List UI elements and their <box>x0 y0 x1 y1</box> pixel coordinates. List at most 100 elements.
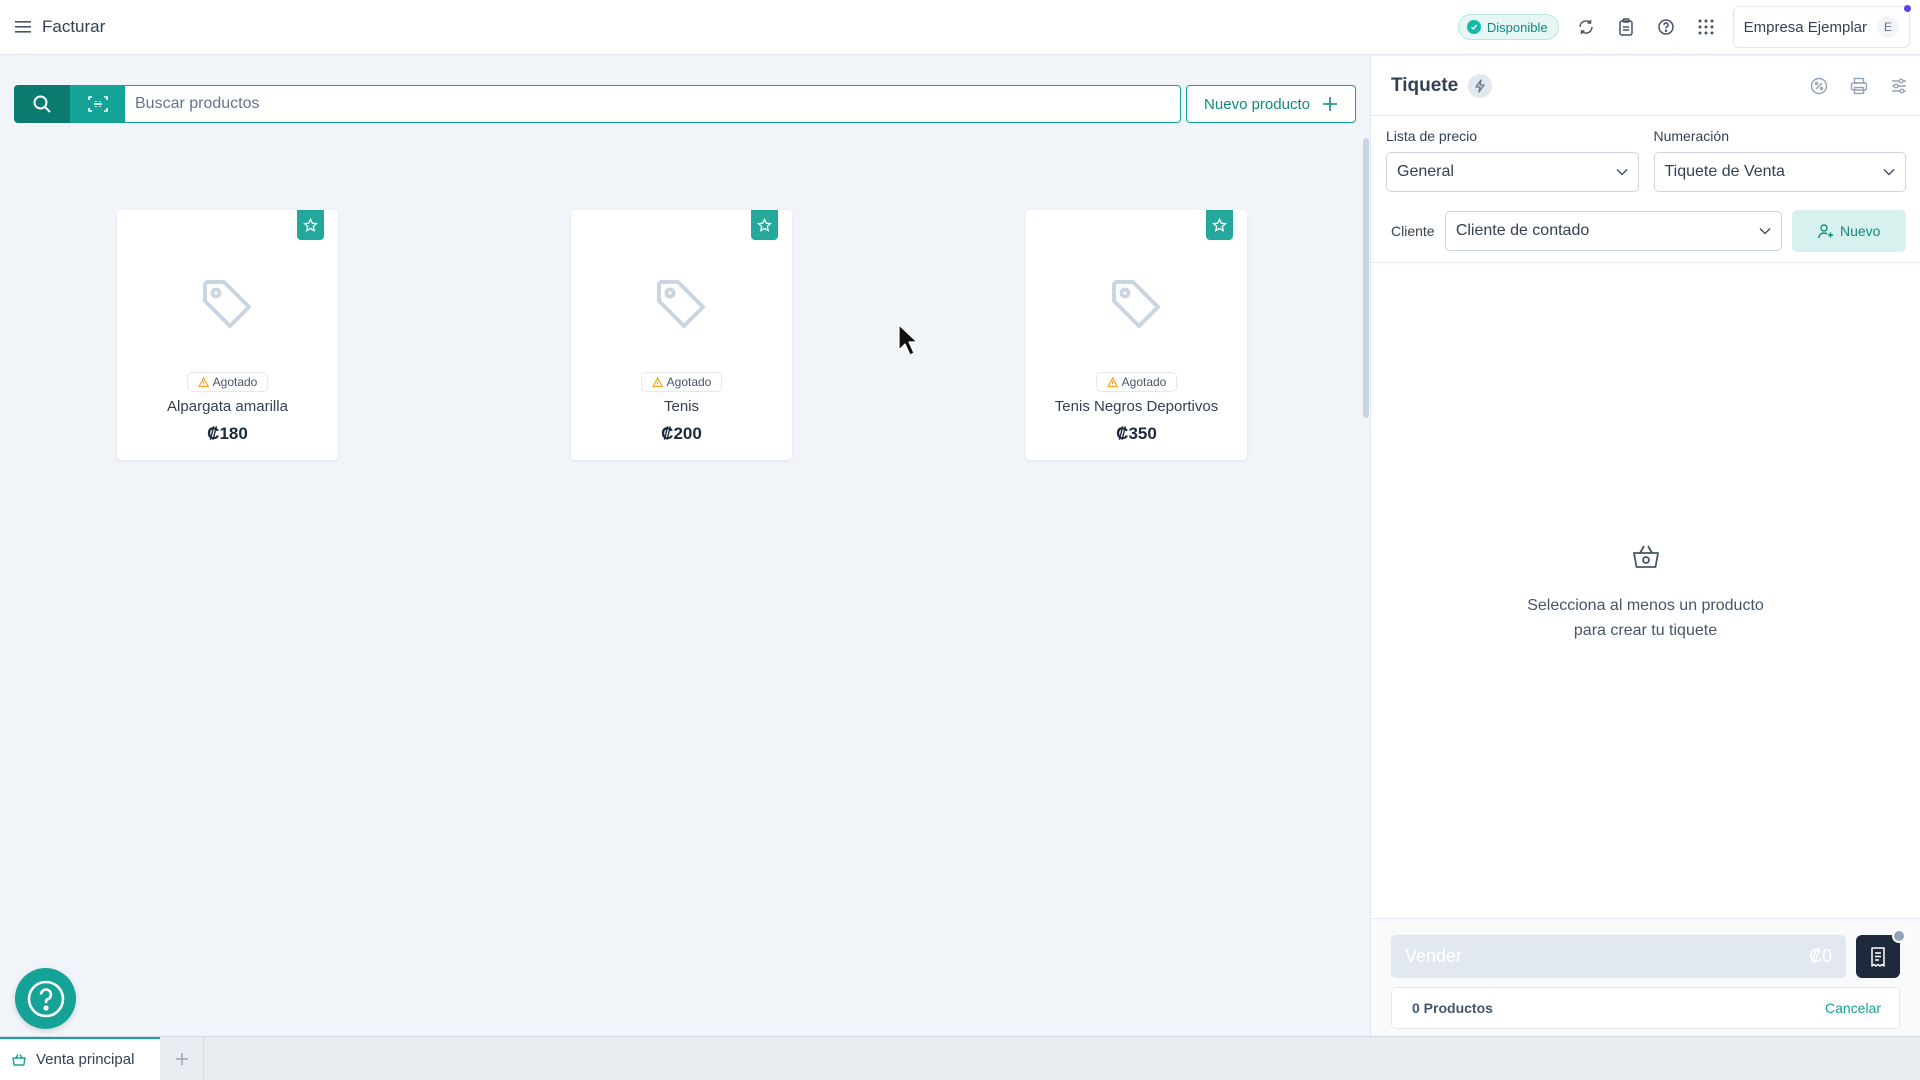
lightning-icon[interactable] <box>1468 73 1493 98</box>
numbering-label: Numeración <box>1653 128 1729 144</box>
settings-sliders-icon[interactable] <box>1888 75 1910 97</box>
new-client-button[interactable]: Nuevo <box>1792 210 1906 252</box>
help-fab-button[interactable] <box>15 968 76 1029</box>
printer-icon[interactable] <box>1848 75 1870 97</box>
receipt-indicator-dot <box>1892 929 1906 943</box>
search-bar: Nuevo producto <box>14 85 1356 123</box>
product-name: Tenis <box>663 398 700 415</box>
ticket-footer: Vender ₡0 0 Productos Cancelar <box>1371 918 1920 1036</box>
product-price: ₡200 <box>661 424 702 443</box>
plus-icon <box>175 1052 188 1065</box>
new-product-button[interactable]: Nuevo producto <box>1186 85 1356 123</box>
ticket-summary-bar: 0 Productos Cancelar <box>1391 987 1900 1029</box>
stock-badge: Agotado <box>640 372 723 392</box>
notification-dot <box>1904 5 1911 12</box>
discount-icon[interactable] <box>1808 75 1830 97</box>
stock-badge-label: Agotado <box>1121 375 1167 389</box>
price-list-select[interactable]: General <box>1386 152 1639 192</box>
search-input[interactable] <box>125 85 1181 123</box>
product-card[interactable]: Agotado Tenis ₡200 <box>571 210 792 460</box>
cancel-button[interactable]: Cancelar <box>1825 1000 1881 1016</box>
star-icon <box>303 217 318 232</box>
warning-icon <box>197 376 209 387</box>
sell-label: Vender <box>1405 946 1463 966</box>
mouse-cursor-icon <box>898 324 918 356</box>
tab-venta-principal[interactable]: Venta principal <box>0 1037 160 1080</box>
product-name: Alpargata amarilla <box>167 398 288 415</box>
clipboard-icon[interactable] <box>1613 14 1639 40</box>
topbar-right: Disponible Empresa Ejemplar E <box>1457 5 1911 48</box>
new-product-label: Nuevo producto <box>1204 95 1310 113</box>
search-button[interactable] <box>14 85 70 123</box>
question-icon <box>27 980 64 1017</box>
shield-check-icon <box>1466 20 1481 34</box>
user-plus-icon <box>1818 224 1833 239</box>
client-value: Cliente de contado <box>1455 222 1590 239</box>
search-group <box>14 85 1181 123</box>
client-row: Cliente Cliente de contado Nuevo <box>1386 210 1906 252</box>
sync-icon[interactable] <box>1573 14 1599 40</box>
chevron-down-icon <box>1615 168 1628 176</box>
warning-icon <box>1106 376 1118 387</box>
empty-line-2: para crear tu tiquete <box>1573 622 1718 639</box>
scan-icon <box>87 96 108 112</box>
top-bar: Facturar Disponible Empresa Ejemplar E <box>0 0 1920 55</box>
star-icon <box>1212 217 1227 232</box>
product-card[interactable]: Agotado Tenis Negros Deportivos ₡350 <box>1026 210 1247 460</box>
chevron-down-icon <box>1759 227 1772 235</box>
topbar-left: Facturar <box>14 17 105 37</box>
hamburger-menu-icon[interactable] <box>14 18 32 36</box>
app-root: Facturar Disponible Empresa Ejemplar E B… <box>0 0 1920 1080</box>
product-card[interactable]: Agotado Alpargata amarilla ₡180 <box>117 210 338 460</box>
numbering-field: Numeración Tiquete de Venta <box>1653 128 1906 192</box>
page-title: Facturar <box>42 17 106 36</box>
company-avatar: E <box>1877 16 1899 38</box>
client-select[interactable]: Cliente de contado <box>1444 211 1783 251</box>
company-name: Empresa Ejemplar <box>1743 18 1867 36</box>
price-list-value: General <box>1397 163 1454 180</box>
help-circle-icon[interactable] <box>1653 14 1679 40</box>
price-tag-icon <box>203 280 251 328</box>
status-badge[interactable]: Disponible <box>1457 14 1559 40</box>
sell-button[interactable]: Vender ₡0 <box>1391 935 1846 978</box>
products-count: 0 Productos <box>1412 1000 1493 1016</box>
numbering-value: Tiquete de Venta <box>1664 163 1785 180</box>
price-tag-icon <box>657 280 705 328</box>
client-label: Cliente <box>1391 223 1435 239</box>
favorite-star-button[interactable] <box>751 210 778 240</box>
favorite-star-button[interactable] <box>297 210 324 240</box>
ticket-actions <box>1808 75 1910 97</box>
products-scrollbar[interactable] <box>1363 138 1369 418</box>
tab-label: Venta principal <box>36 1051 135 1068</box>
plus-icon <box>1322 97 1337 111</box>
empty-cart-state: Selecciona al menos un producto para cre… <box>1371 542 1920 643</box>
price-list-field: Lista de precio General <box>1386 128 1639 192</box>
add-tab-button[interactable] <box>160 1037 204 1080</box>
ticket-panel: Tiquete Lista de precio General Numeraci… <box>1371 56 1920 1036</box>
favorite-star-button[interactable] <box>1206 210 1233 240</box>
numbering-select[interactable]: Tiquete de Venta <box>1653 152 1906 192</box>
ticket-panel-header: Tiquete <box>1371 56 1920 116</box>
panel-separator <box>1371 262 1920 263</box>
receipt-icon <box>1871 946 1885 967</box>
chevron-down-icon <box>1883 168 1895 176</box>
product-price: ₡350 <box>1116 424 1157 443</box>
sell-amount: ₡0 <box>1808 946 1832 966</box>
price-tag-icon <box>1112 280 1160 328</box>
search-icon <box>33 95 51 113</box>
stock-badge-label: Agotado <box>212 375 258 389</box>
ticket-title: Tiquete <box>1391 74 1459 96</box>
products-area: Nuevo producto Agotado Alpargata amarill… <box>0 56 1371 1036</box>
ticket-title-wrap: Tiquete <box>1391 73 1493 98</box>
apps-grid-icon[interactable] <box>1693 14 1719 40</box>
receipt-button[interactable] <box>1856 935 1900 978</box>
basket-icon <box>1632 545 1659 568</box>
barcode-scan-button[interactable] <box>70 85 125 123</box>
status-label: Disponible <box>1486 19 1548 35</box>
product-name: Tenis Negros Deportivos <box>1054 398 1219 415</box>
company-selector[interactable]: Empresa Ejemplar E <box>1732 5 1911 48</box>
basket-icon <box>12 1053 26 1066</box>
price-list-label: Lista de precio <box>1386 128 1478 144</box>
product-price: ₡180 <box>207 424 248 443</box>
stock-badge: Agotado <box>186 372 269 392</box>
